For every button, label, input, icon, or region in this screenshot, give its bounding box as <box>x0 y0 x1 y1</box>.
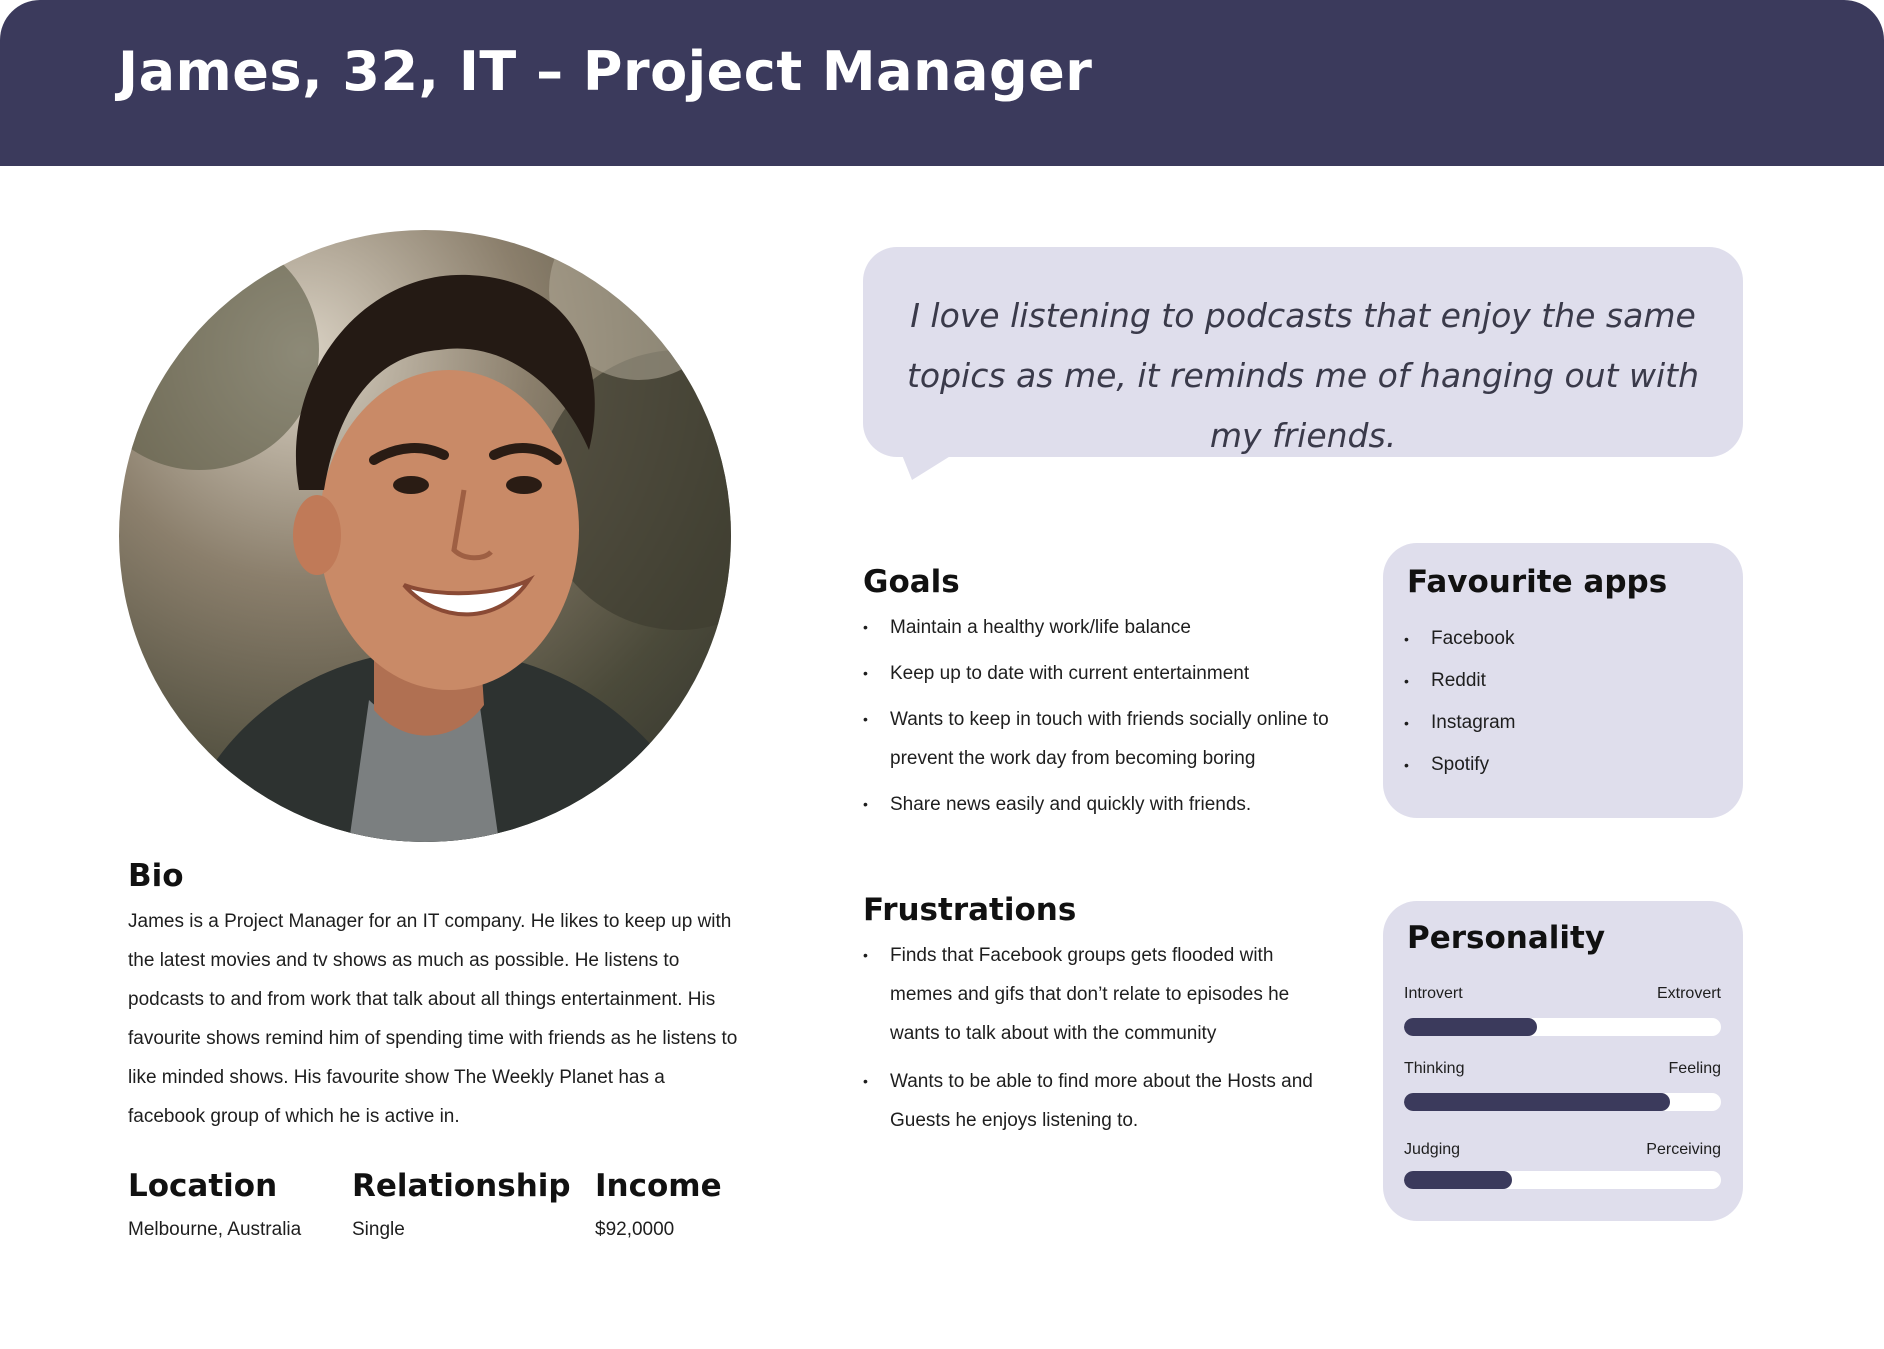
favourite-apps-title: Favourite apps <box>1407 564 1668 600</box>
persona-title: James, 32, IT – Project Manager <box>118 40 1093 103</box>
persona-quote: I love listening to podcasts that enjoy … <box>906 296 1700 455</box>
frustrations-list: Finds that Facebook groups gets flooded … <box>863 936 1313 1140</box>
trait-label-left: Thinking <box>1404 1060 1465 1077</box>
portrait-image <box>119 230 731 842</box>
trait-label-right: Feeling <box>1668 1060 1721 1077</box>
frustrations-title: Frustrations <box>863 892 1077 928</box>
avatar <box>119 230 731 842</box>
trait-bar-introvert-extrovert <box>1404 1018 1721 1036</box>
app-item-reddit: Reddit <box>1404 660 1704 702</box>
goal-item: Maintain a healthy work/life balance <box>863 608 1343 647</box>
favourite-apps-list: Facebook Reddit Instagram Spotify <box>1404 618 1704 786</box>
goal-item: Share news easily and quickly with frien… <box>863 785 1343 824</box>
trait-bar-thinking-feeling <box>1404 1093 1721 1111</box>
personality-title: Personality <box>1407 920 1606 956</box>
frustration-item: Finds that Facebook groups gets flooded … <box>863 936 1313 1053</box>
relationship-value: Single <box>352 1219 405 1240</box>
goals-list: Maintain a healthy work/life balance Kee… <box>863 608 1343 824</box>
frustration-item: Wants to be able to find more about the … <box>863 1062 1313 1140</box>
bio-title: Bio <box>128 858 184 894</box>
trait-label-right: Perceiving <box>1646 1141 1721 1158</box>
trait-bar-judging-perceiving <box>1404 1171 1721 1189</box>
header-banner: James, 32, IT – Project Manager <box>0 0 1884 166</box>
trait-label-left: Judging <box>1404 1141 1461 1158</box>
trait-bar-fill <box>1404 1018 1538 1036</box>
goal-item: Keep up to date with current entertainme… <box>863 654 1343 693</box>
bio-text: James is a Project Manager for an IT com… <box>128 911 738 1127</box>
app-item-spotify: Spotify <box>1404 744 1704 786</box>
app-item-instagram: Instagram <box>1404 702 1704 744</box>
app-item-facebook: Facebook <box>1404 618 1704 660</box>
location-label: Location <box>128 1168 278 1204</box>
trait-label-left: Introvert <box>1404 985 1463 1002</box>
income-label: Income <box>595 1168 722 1204</box>
location-value: Melbourne, Australia <box>128 1219 302 1240</box>
trait-bar-fill <box>1404 1093 1671 1111</box>
goal-item: Wants to keep in touch with friends soci… <box>863 700 1343 778</box>
goals-title: Goals <box>863 564 960 600</box>
trait-bar-fill <box>1404 1171 1512 1189</box>
income-value: $92,0000 <box>595 1219 675 1240</box>
trait-label-right: Extrovert <box>1656 985 1721 1002</box>
relationship-label: Relationship <box>352 1168 571 1204</box>
